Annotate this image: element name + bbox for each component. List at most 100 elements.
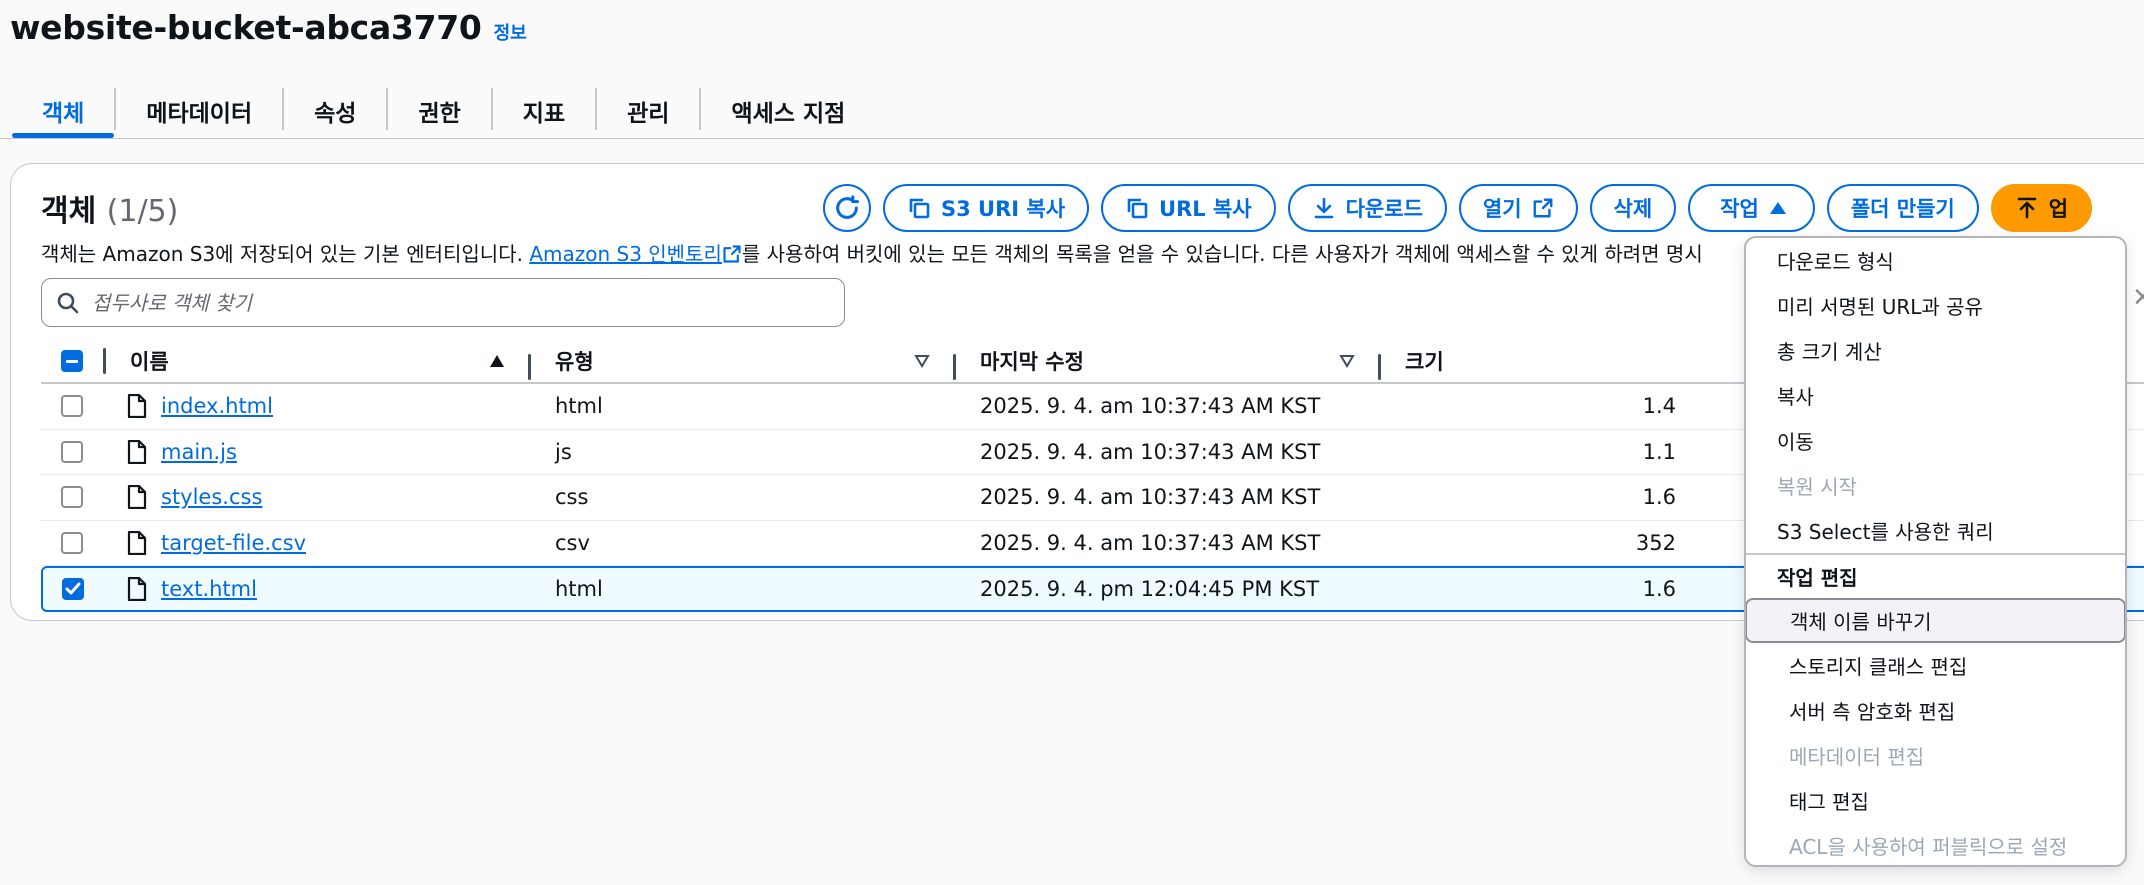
header-type-label: 유형: [555, 350, 594, 374]
name-cell: styles.css: [103, 485, 531, 510]
file-icon: [127, 439, 147, 464]
copy-url-label: URL 복사: [1159, 197, 1252, 221]
sort-icon: [914, 355, 930, 368]
name-cell: main.js: [103, 439, 531, 464]
close-icon[interactable]: ✕: [2132, 283, 2144, 313]
delete-button[interactable]: 삭제: [1589, 184, 1677, 232]
actions-dropdown-menu: 다운로드 형식 미리 서명된 URL과 공유 총 크기 계산 복사 이동 복원 …: [1744, 236, 2127, 867]
caret-up-icon: [1769, 202, 1786, 214]
row-checkbox[interactable]: [61, 440, 83, 463]
copy-url-button[interactable]: URL 복사: [1101, 184, 1276, 232]
tabs-rule: [0, 138, 2144, 139]
tab-management[interactable]: 관리: [597, 82, 699, 140]
menu-item-edit-storage-class[interactable]: 스토리지 클래스 편집: [1746, 643, 2125, 688]
download-icon: [1314, 197, 1333, 219]
type-cell: html: [555, 577, 603, 602]
actions-label: 작업: [1720, 197, 1759, 221]
info-link[interactable]: 정보: [494, 19, 527, 45]
header-size[interactable]: 크기: [1381, 346, 1781, 376]
actions-button[interactable]: 작업: [1688, 184, 1815, 232]
row-checkbox-cell: [43, 578, 103, 601]
file-link[interactable]: index.html: [161, 394, 273, 418]
row-checkbox[interactable]: [61, 486, 83, 509]
inventory-link[interactable]: Amazon S3 인벤토리: [529, 242, 722, 266]
header-modified[interactable]: 마지막 수정: [956, 346, 1381, 380]
select-all-cell: [41, 350, 103, 372]
file-link[interactable]: target-file.csv: [161, 531, 306, 555]
copy-icon: [1127, 198, 1148, 219]
copy-s3-uri-button[interactable]: S3 URI 복사: [883, 184, 1090, 232]
row-checkbox-cell: [41, 486, 103, 509]
tab-objects[interactable]: 객체: [12, 82, 115, 140]
type-cell: html: [555, 394, 603, 419]
desc-text-rest: 를 사용하여 버킷에 있는 모든 객체의 목록을 얻을 수 있습니다. 다른 사…: [741, 242, 1703, 266]
tab-properties[interactable]: 속성: [284, 82, 386, 140]
menu-item-edit-tags[interactable]: 태그 편집: [1746, 778, 2125, 823]
type-cell: csv: [555, 531, 590, 556]
external-link-icon: [723, 245, 741, 263]
search-icon: [57, 292, 79, 313]
row-checkbox[interactable]: [61, 395, 83, 418]
upload-button[interactable]: 업: [1990, 184, 2093, 232]
header-name[interactable]: 이름: [106, 346, 531, 380]
type-cell: js: [555, 439, 572, 464]
refresh-button[interactable]: [823, 184, 871, 232]
menu-item-copy[interactable]: 복사: [1746, 373, 2125, 418]
download-label: 다운로드: [1345, 197, 1423, 221]
size-value: 1.1: [1642, 439, 1676, 464]
header-type[interactable]: 유형: [531, 346, 956, 380]
modified-cell: 2025. 9. 4. am 10:37:43 AM KST: [980, 439, 1321, 464]
modified-cell: 2025. 9. 4. am 10:37:43 AM KST: [980, 531, 1321, 556]
open-button[interactable]: 열기: [1458, 184, 1578, 232]
open-label: 열기: [1482, 197, 1522, 221]
file-link[interactable]: main.js: [161, 440, 237, 464]
row-checkbox[interactable]: [61, 532, 83, 555]
tab-metadata[interactable]: 메타데이터: [116, 82, 282, 140]
menu-item-make-public-acl: ACL을 사용하여 퍼블릭으로 설정: [1789, 835, 2068, 859]
tab-access-points[interactable]: 액세스 지점: [701, 82, 875, 140]
menu-item-edit-metadata: 메타데이터 편집: [1789, 745, 1925, 769]
tab-metrics[interactable]: 지표: [493, 82, 595, 140]
page-title: website-bucket-abca3770: [10, 8, 482, 47]
page-header: website-bucket-abca3770 정보: [10, 8, 527, 47]
sort-icon: [1339, 355, 1355, 368]
tab-permissions[interactable]: 권한: [388, 82, 490, 140]
objects-heading: 객체 (1/5): [41, 186, 178, 230]
select-all-checkbox[interactable]: [61, 350, 83, 372]
file-link[interactable]: styles.css: [161, 485, 262, 509]
external-link-icon: [1533, 198, 1552, 218]
size-value: 1.6: [1642, 577, 1676, 602]
file-icon: [127, 531, 147, 556]
menu-group-edit-actions: 작업 편집: [1746, 553, 2125, 598]
modified-cell: 2025. 9. 4. am 10:37:43 AM KST: [980, 394, 1321, 419]
search-input[interactable]: [92, 290, 792, 315]
desc-text: 객체는 Amazon S3에 저장되어 있는 기본 엔터티입니다.: [41, 242, 530, 266]
row-checkbox-cell: [41, 395, 103, 418]
upload-icon: [2017, 197, 2037, 219]
objects-description: 객체는 Amazon S3에 저장되어 있는 기본 엔터티입니다. Amazon…: [41, 238, 1703, 267]
search-field[interactable]: [41, 278, 845, 327]
menu-item-share-presigned-url[interactable]: 미리 서명된 URL과 공유: [1746, 283, 2125, 328]
checkmark-icon: [65, 582, 81, 595]
modified-cell: 2025. 9. 4. pm 12:04:45 PM KST: [980, 577, 1320, 602]
copy-icon: [909, 198, 930, 219]
header-name-label: 이름: [130, 350, 169, 374]
menu-item-download-as[interactable]: 다운로드 형식: [1746, 238, 2125, 283]
file-icon: [127, 485, 147, 510]
create-folder-button[interactable]: 폴더 만들기: [1826, 184, 1979, 232]
row-checkbox-checked[interactable]: [62, 578, 84, 601]
create-folder-label: 폴더 만들기: [1850, 197, 1955, 221]
size-value: 1.6: [1642, 485, 1676, 510]
file-link[interactable]: text.html: [161, 577, 257, 601]
refresh-icon: [836, 195, 860, 219]
menu-item-s3-select-query[interactable]: S3 Select를 사용한 쿼리: [1746, 508, 2125, 553]
menu-item-move[interactable]: 이동: [1746, 418, 2125, 463]
menu-item-calculate-total-size[interactable]: 총 크기 계산: [1746, 328, 2125, 373]
menu-item-rename-object[interactable]: 객체 이름 바꾸기: [1746, 598, 2125, 643]
copy-s3-uri-label: S3 URI 복사: [941, 197, 1066, 221]
tab-bar: 객체 메타데이터 속성 권한 지표 관리 액세스 지점: [12, 82, 875, 140]
menu-item-edit-server-side-encryption[interactable]: 서버 측 암호화 편집: [1746, 688, 2125, 733]
header-modified-label: 마지막 수정: [980, 350, 1084, 374]
download-button[interactable]: 다운로드: [1287, 184, 1447, 232]
modified-cell: 2025. 9. 4. am 10:37:43 AM KST: [980, 485, 1321, 510]
